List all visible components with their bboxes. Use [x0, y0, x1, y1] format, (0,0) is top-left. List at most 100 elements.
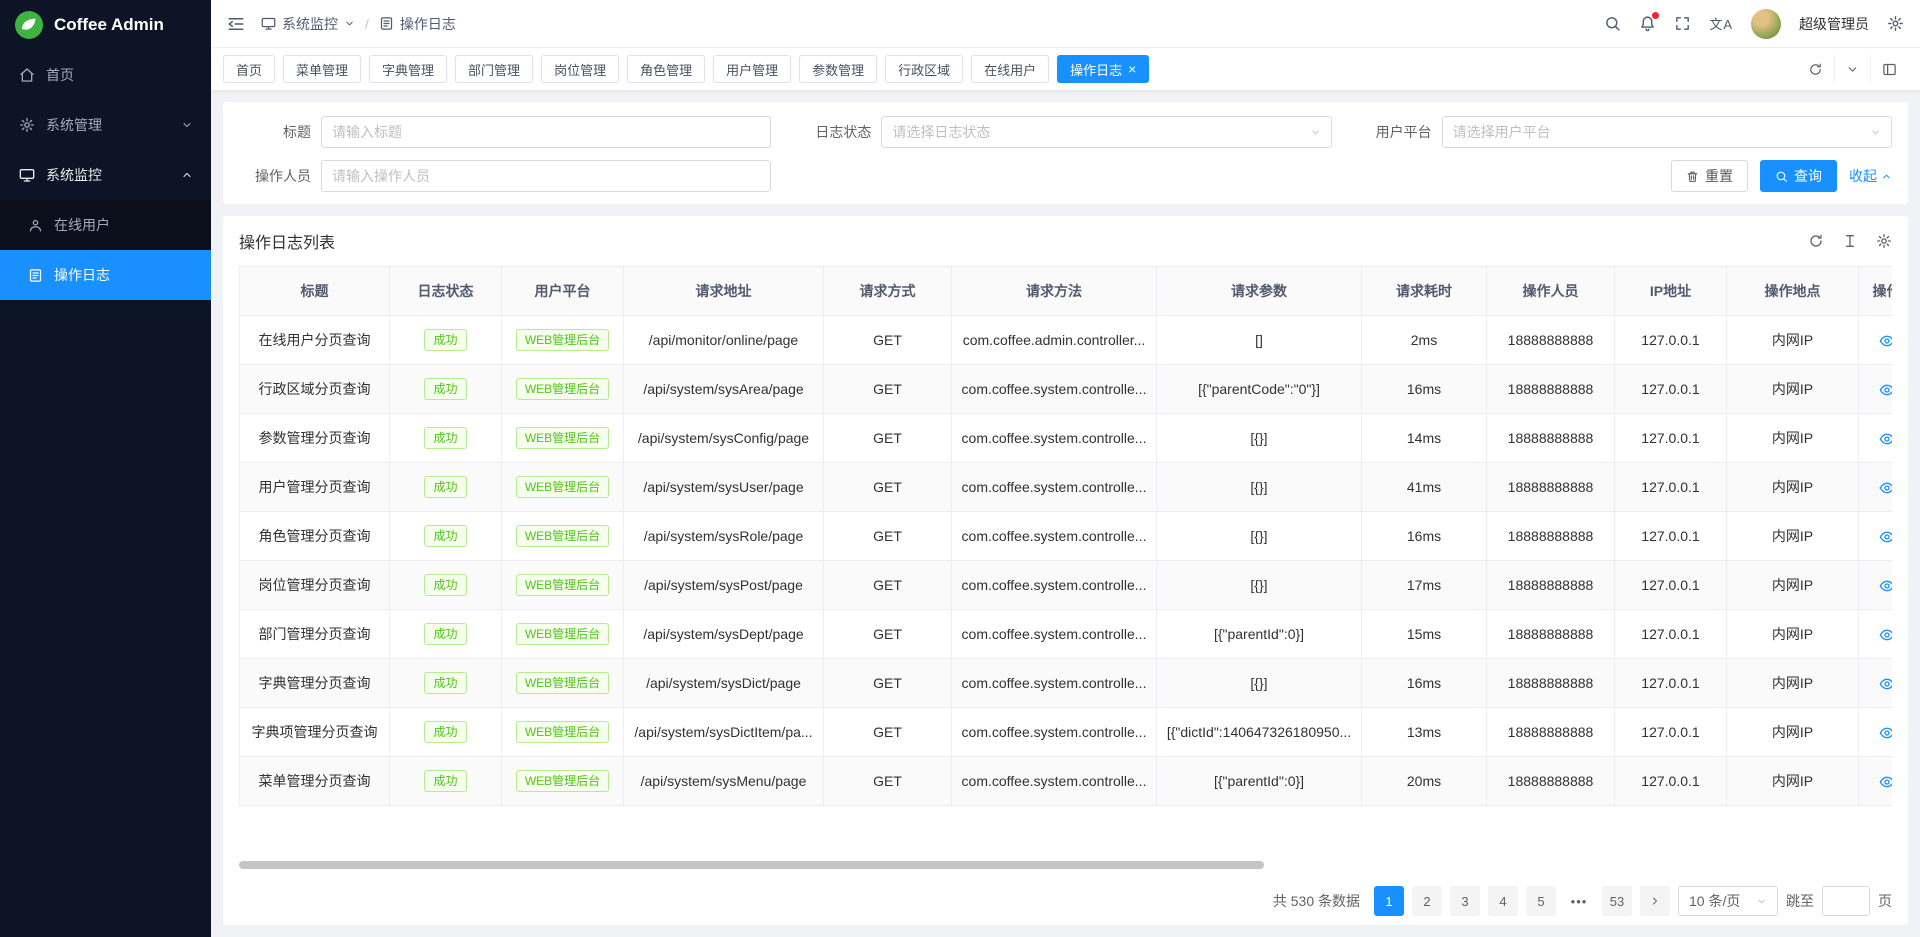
- reset-button[interactable]: 重置: [1671, 160, 1748, 192]
- column-settings-gear-icon[interactable]: [1876, 233, 1892, 249]
- platform-tag: WEB管理后台: [516, 574, 609, 596]
- collapse-sidebar-icon[interactable]: [227, 15, 245, 33]
- breadcrumb-parent[interactable]: 系统监控: [261, 14, 355, 34]
- tab-close-icon[interactable]: ×: [1128, 62, 1136, 76]
- page-number-button[interactable]: 53: [1602, 886, 1632, 916]
- log-table: 标题日志状态用户平台请求地址请求方式请求方法请求参数请求耗时操作人员IP地址操作…: [239, 266, 1892, 853]
- sidebar: Coffee Admin 首页 系统管理: [0, 0, 211, 937]
- sidebar-item-operation-log[interactable]: 操作日志: [0, 250, 211, 300]
- view-detail-eye-icon[interactable]: [1879, 382, 1893, 398]
- fullscreen-icon[interactable]: [1674, 15, 1691, 32]
- tab[interactable]: 行政区域: [885, 55, 963, 83]
- tab[interactable]: 操作日志 ×: [1057, 55, 1149, 83]
- sidebar-item-home[interactable]: 首页: [0, 50, 211, 100]
- tab-options-chevron-icon[interactable]: [1834, 55, 1870, 83]
- operator-input[interactable]: [321, 160, 771, 192]
- tab[interactable]: 菜单管理: [283, 55, 361, 83]
- notification-bell-icon[interactable]: [1639, 15, 1656, 32]
- page-number-button[interactable]: 3: [1450, 886, 1480, 916]
- user-platform-select[interactable]: 请选择用户平台: [1442, 116, 1892, 148]
- cell-actions: [1859, 414, 1893, 463]
- page-size-select[interactable]: 10 条/页: [1678, 886, 1778, 916]
- cell-platform: WEB管理后台: [502, 708, 624, 757]
- view-detail-eye-icon[interactable]: [1879, 676, 1893, 692]
- tab-label: 参数管理: [812, 60, 864, 79]
- tab[interactable]: 部门管理: [455, 55, 533, 83]
- refresh-tabs-icon[interactable]: [1797, 55, 1834, 83]
- page-ellipsis-button[interactable]: •••: [1564, 886, 1594, 916]
- search-button[interactable]: 查询: [1760, 160, 1837, 192]
- table-row: 角色管理分页查询 成功 WEB管理后台 /api/system/sysRole/…: [240, 512, 1893, 561]
- sidebar-item-online-users[interactable]: 在线用户: [0, 200, 211, 250]
- log-status-select[interactable]: 请选择日志状态: [881, 116, 1331, 148]
- cell-request-url: /api/system/sysUser/page: [624, 463, 824, 512]
- title-input[interactable]: [321, 116, 771, 148]
- platform-filter-label: 用户平台: [1360, 122, 1432, 142]
- tab-label: 菜单管理: [296, 60, 348, 79]
- view-detail-eye-icon[interactable]: [1879, 529, 1893, 545]
- layout-panel-icon[interactable]: [1870, 55, 1908, 83]
- view-detail-eye-icon[interactable]: [1879, 725, 1893, 741]
- gear-icon: [18, 117, 36, 133]
- view-detail-eye-icon[interactable]: [1879, 480, 1893, 496]
- view-detail-eye-icon[interactable]: [1879, 333, 1893, 349]
- trash-icon: [1686, 170, 1699, 183]
- cell-request-method: GET: [824, 561, 952, 610]
- cell-request-params: [{"dictId":140647326180950...: [1157, 708, 1362, 757]
- pagination: 共 530 条数据 12345•••53 10 条/页 跳至 页: [239, 877, 1892, 925]
- search-icon[interactable]: [1604, 15, 1621, 32]
- cell-title: 参数管理分页查询: [240, 414, 390, 463]
- tab[interactable]: 参数管理: [799, 55, 877, 83]
- platform-tag: WEB管理后台: [516, 476, 609, 498]
- view-detail-eye-icon[interactable]: [1879, 774, 1893, 790]
- horizontal-scrollbar[interactable]: [239, 861, 1264, 869]
- tab[interactable]: 首页: [223, 55, 275, 83]
- page-number-button[interactable]: 1: [1374, 886, 1404, 916]
- view-detail-eye-icon[interactable]: [1879, 431, 1893, 447]
- cell-title: 字典项管理分页查询: [240, 708, 390, 757]
- avatar[interactable]: [1751, 9, 1781, 39]
- tab[interactable]: 用户管理: [713, 55, 791, 83]
- tab[interactable]: 字典管理: [369, 55, 447, 83]
- table-row: 岗位管理分页查询 成功 WEB管理后台 /api/system/sysPost/…: [240, 561, 1893, 610]
- translate-icon[interactable]: 文A: [1709, 14, 1733, 33]
- row-density-icon[interactable]: [1842, 233, 1858, 249]
- cell-ip: 127.0.0.1: [1615, 610, 1727, 659]
- settings-gear-icon[interactable]: [1887, 15, 1904, 32]
- cell-actions: [1859, 512, 1893, 561]
- cell-operator: 18888888888: [1487, 512, 1615, 561]
- page-number-button[interactable]: 2: [1412, 886, 1442, 916]
- current-user-name[interactable]: 超级管理员: [1799, 14, 1869, 34]
- cell-request-method: GET: [824, 414, 952, 463]
- tab-label: 操作日志: [1070, 60, 1122, 79]
- table-row: 在线用户分页查询 成功 WEB管理后台 /api/monitor/online/…: [240, 316, 1893, 365]
- cell-request-params: [{}]: [1157, 414, 1362, 463]
- page-number-button[interactable]: 5: [1526, 886, 1556, 916]
- cell-platform: WEB管理后台: [502, 561, 624, 610]
- cell-request-url: /api/system/sysArea/page: [624, 365, 824, 414]
- page-number-button[interactable]: 4: [1488, 886, 1518, 916]
- cell-actions: [1859, 757, 1893, 806]
- tab[interactable]: 岗位管理: [541, 55, 619, 83]
- table-row: 部门管理分页查询 成功 WEB管理后台 /api/system/sysDept/…: [240, 610, 1893, 659]
- jump-page-input[interactable]: [1822, 886, 1870, 916]
- operator-filter-label: 操作人员: [239, 166, 311, 186]
- log-icon: [379, 16, 394, 31]
- column-header: 日志状态: [390, 267, 502, 316]
- cell-actions: [1859, 365, 1893, 414]
- cell-duration: 41ms: [1362, 463, 1487, 512]
- sidebar-item-system-management[interactable]: 系统管理: [0, 100, 211, 150]
- collapse-filters-link[interactable]: 收起: [1849, 166, 1892, 186]
- sidebar-item-system-monitor[interactable]: 系统监控: [0, 150, 211, 200]
- platform-tag: WEB管理后台: [516, 378, 609, 400]
- cell-request-url: /api/system/sysDept/page: [624, 610, 824, 659]
- sidebar-item-label: 首页: [46, 65, 193, 85]
- view-detail-eye-icon[interactable]: [1879, 627, 1893, 643]
- view-detail-eye-icon[interactable]: [1879, 578, 1893, 594]
- cell-log-status: 成功: [390, 365, 502, 414]
- app-title: Coffee Admin: [54, 15, 164, 35]
- next-page-button[interactable]: [1640, 886, 1670, 916]
- tab[interactable]: 角色管理: [627, 55, 705, 83]
- tab[interactable]: 在线用户: [971, 55, 1049, 83]
- refresh-table-icon[interactable]: [1808, 233, 1824, 249]
